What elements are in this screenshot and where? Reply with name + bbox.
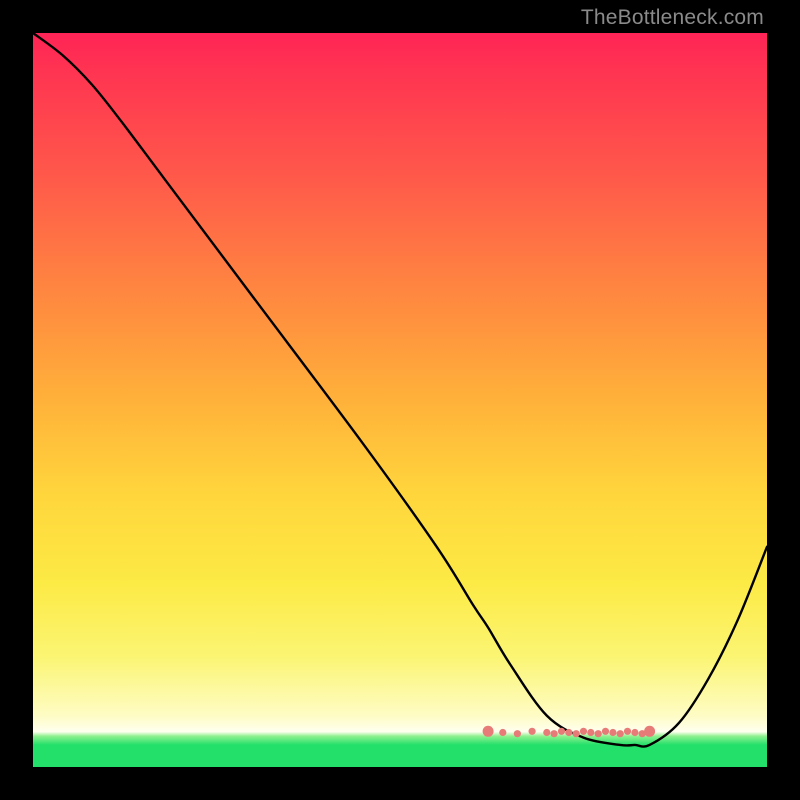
flat-zone-marker (631, 729, 638, 736)
flat-zone-marker (595, 730, 602, 737)
flat-zone-marker (483, 726, 494, 737)
flat-zone-marker (565, 729, 572, 736)
flat-zone-marker-group (483, 726, 655, 738)
flat-zone-marker (609, 729, 616, 736)
bottleneck-curve-line (33, 33, 767, 747)
flat-zone-marker (529, 728, 536, 735)
flat-zone-marker (573, 730, 580, 737)
flat-zone-marker (551, 730, 558, 737)
flat-zone-marker (587, 729, 594, 736)
flat-zone-marker (602, 728, 609, 735)
chart-svg (33, 33, 767, 767)
watermark-text: TheBottleneck.com (581, 6, 764, 30)
flat-zone-marker (543, 729, 550, 736)
flat-zone-marker (644, 726, 655, 737)
plot-area (33, 33, 767, 767)
flat-zone-marker (580, 728, 587, 735)
flat-zone-marker (617, 730, 624, 737)
flat-zone-marker (514, 730, 521, 737)
flat-zone-marker (558, 728, 565, 735)
flat-zone-marker (624, 728, 631, 735)
chart-frame: TheBottleneck.com (0, 0, 800, 800)
flat-zone-marker (499, 729, 506, 736)
